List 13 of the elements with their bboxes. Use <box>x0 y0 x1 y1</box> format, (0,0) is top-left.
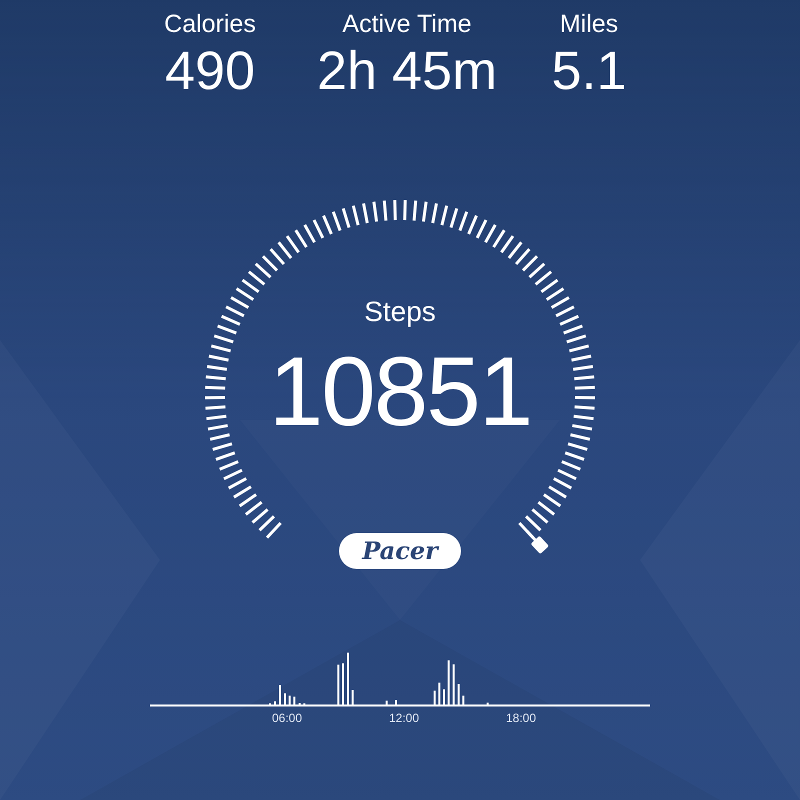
stat-value: 5.1 <box>551 40 627 102</box>
axis-tick-label: 12:00 <box>388 711 420 725</box>
progress-marker <box>526 530 549 554</box>
axis-tick-label: 18:00 <box>504 711 538 725</box>
stat-label: Calories <box>164 9 256 40</box>
steps-count: 10851 <box>268 342 532 440</box>
stat-value: 490 <box>164 40 256 102</box>
stat-label: Miles <box>560 9 618 40</box>
stat-value: 2h 45m <box>316 40 498 102</box>
steps-label: Steps <box>364 296 436 328</box>
logo-badge: Pacer <box>339 533 461 569</box>
stat-label: Active Time <box>342 9 472 40</box>
axis-tick-label: 06:00 <box>270 711 304 725</box>
